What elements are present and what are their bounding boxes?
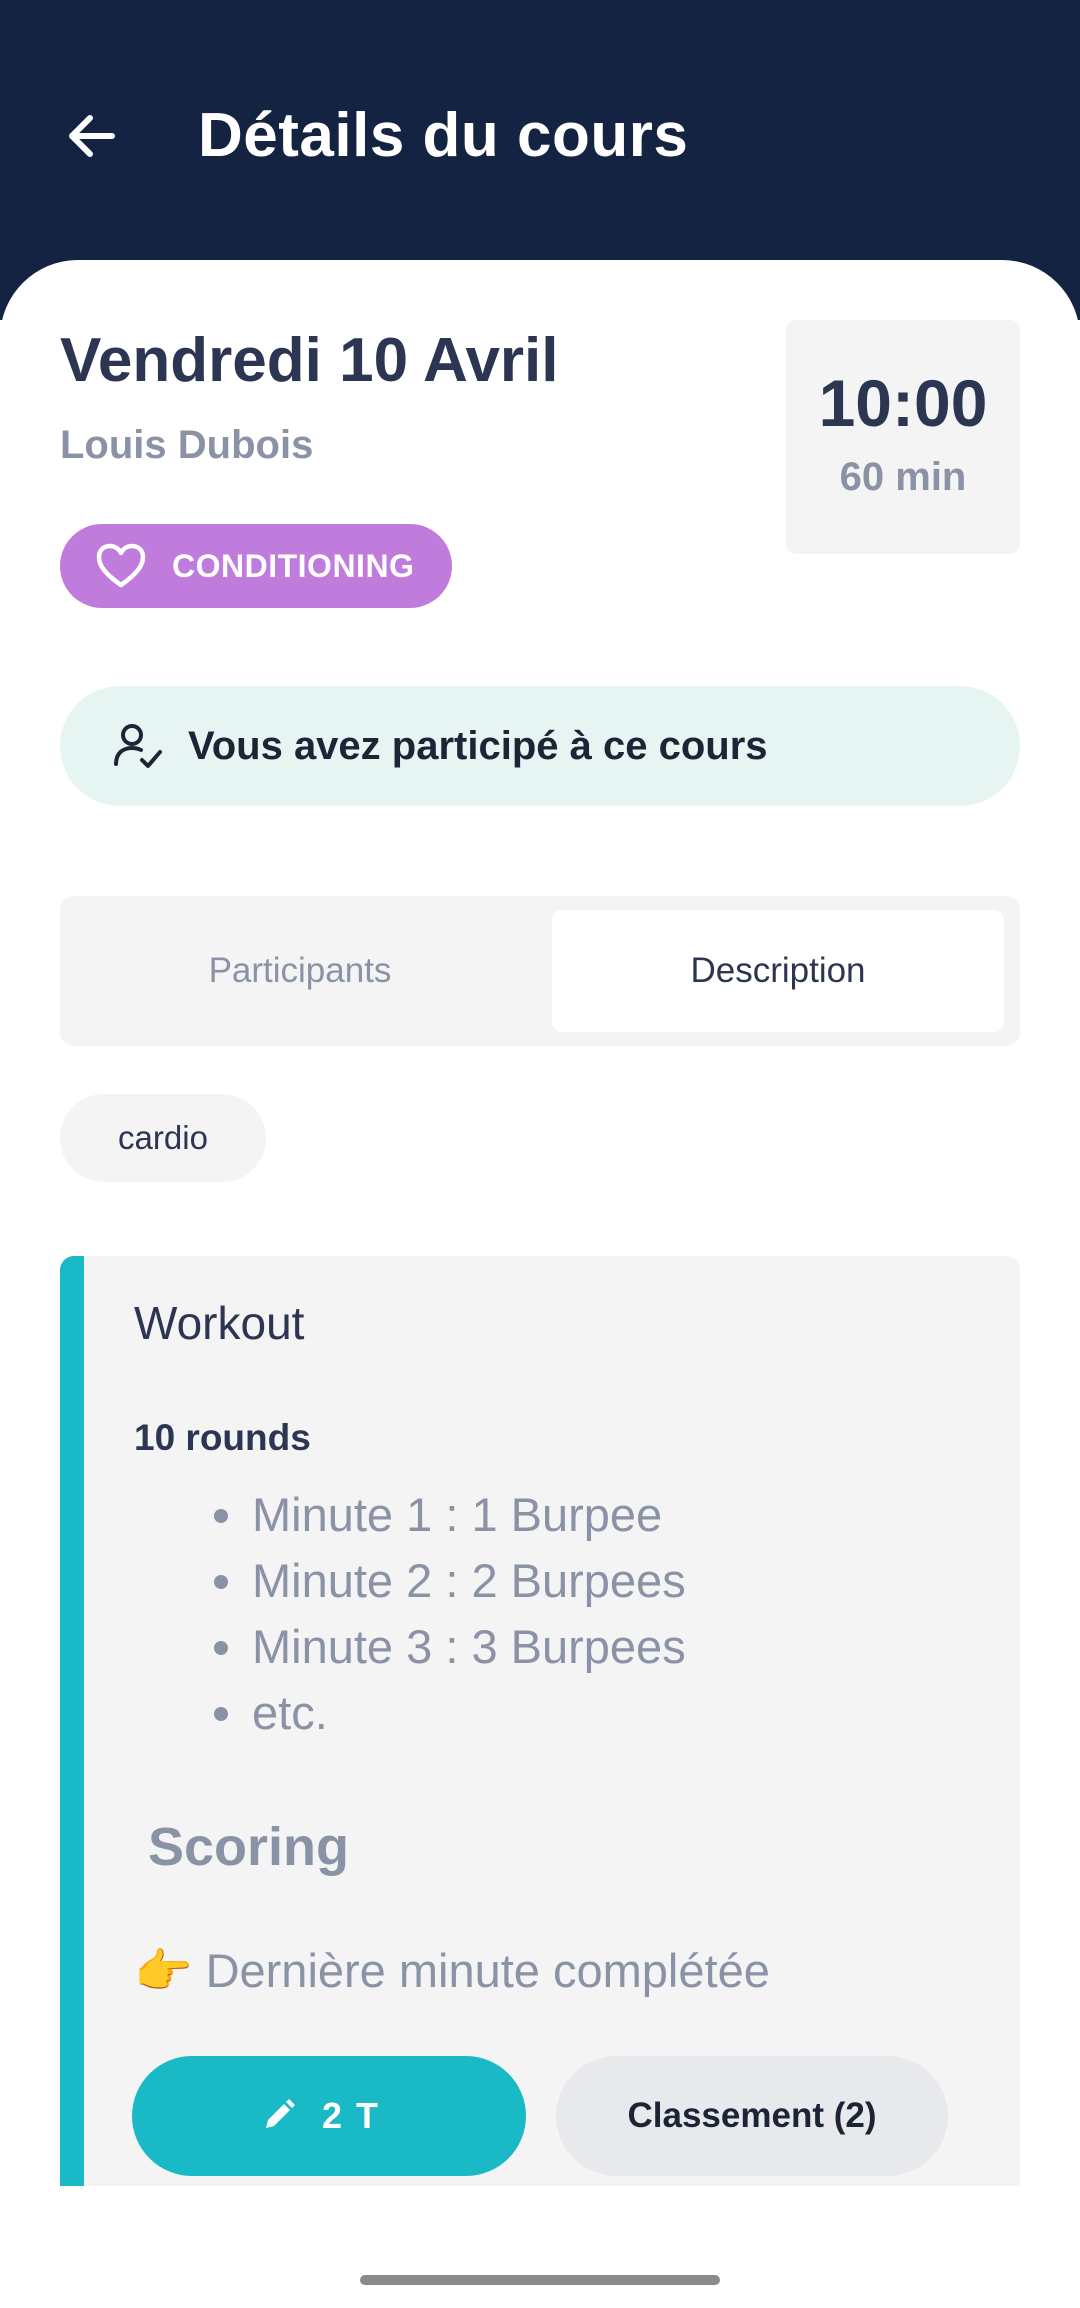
- workout-rounds: 10 rounds: [134, 1417, 311, 1458]
- page-title: Détails du cours: [198, 101, 689, 170]
- course-date: Vendredi 10 Avril: [60, 326, 559, 395]
- list-item: Minute 2 : 2 Burpees: [210, 1548, 686, 1614]
- attendance-text: Vous avez participé à ce cours: [188, 724, 768, 768]
- scoring-title: Scoring: [148, 1817, 350, 1877]
- pencil-icon: [266, 2099, 295, 2128]
- edit-score-button[interactable]: 2 T: [132, 2056, 526, 2176]
- arrow-left-icon: [69, 115, 115, 157]
- tag-chip[interactable]: cardio: [60, 1094, 266, 1182]
- workout-card: Workout 10 rounds Minute 1 : 1 Burpee Mi…: [60, 1256, 1020, 2186]
- tab-description[interactable]: Description: [552, 910, 1004, 1032]
- course-time: 10:00: [818, 366, 988, 440]
- tab-bar: Participants Description: [60, 896, 1020, 1046]
- card-accent-bar: [60, 1256, 84, 2186]
- category-chip[interactable]: CONDITIONING: [60, 524, 452, 608]
- coach-name: Louis Dubois: [60, 423, 314, 467]
- ranking-button[interactable]: Classement (2): [556, 2056, 948, 2176]
- list-item: Minute 1 : 1 Burpee: [210, 1482, 686, 1548]
- workout-title: Workout: [134, 1297, 305, 1349]
- heart-icon: [96, 543, 146, 588]
- scoring-description: 👉 Dernière minute complétée: [134, 1944, 770, 1997]
- score-label: 2 T: [322, 2095, 381, 2136]
- category-label: CONDITIONING: [172, 548, 415, 584]
- attendance-banner: Vous avez participé à ce cours: [60, 686, 1020, 806]
- back-button[interactable]: [52, 96, 132, 176]
- workout-list: Minute 1 : 1 Burpee Minute 2 : 2 Burpees…: [210, 1482, 686, 1746]
- tab-participants[interactable]: Participants: [74, 910, 526, 1032]
- list-item: Minute 3 : 3 Burpees: [210, 1614, 686, 1680]
- list-item: etc.: [210, 1680, 686, 1746]
- user-check-icon: [114, 724, 162, 768]
- home-indicator[interactable]: [360, 2275, 720, 2285]
- time-box: 10:00 60 min: [786, 320, 1020, 554]
- course-duration: 60 min: [839, 455, 967, 499]
